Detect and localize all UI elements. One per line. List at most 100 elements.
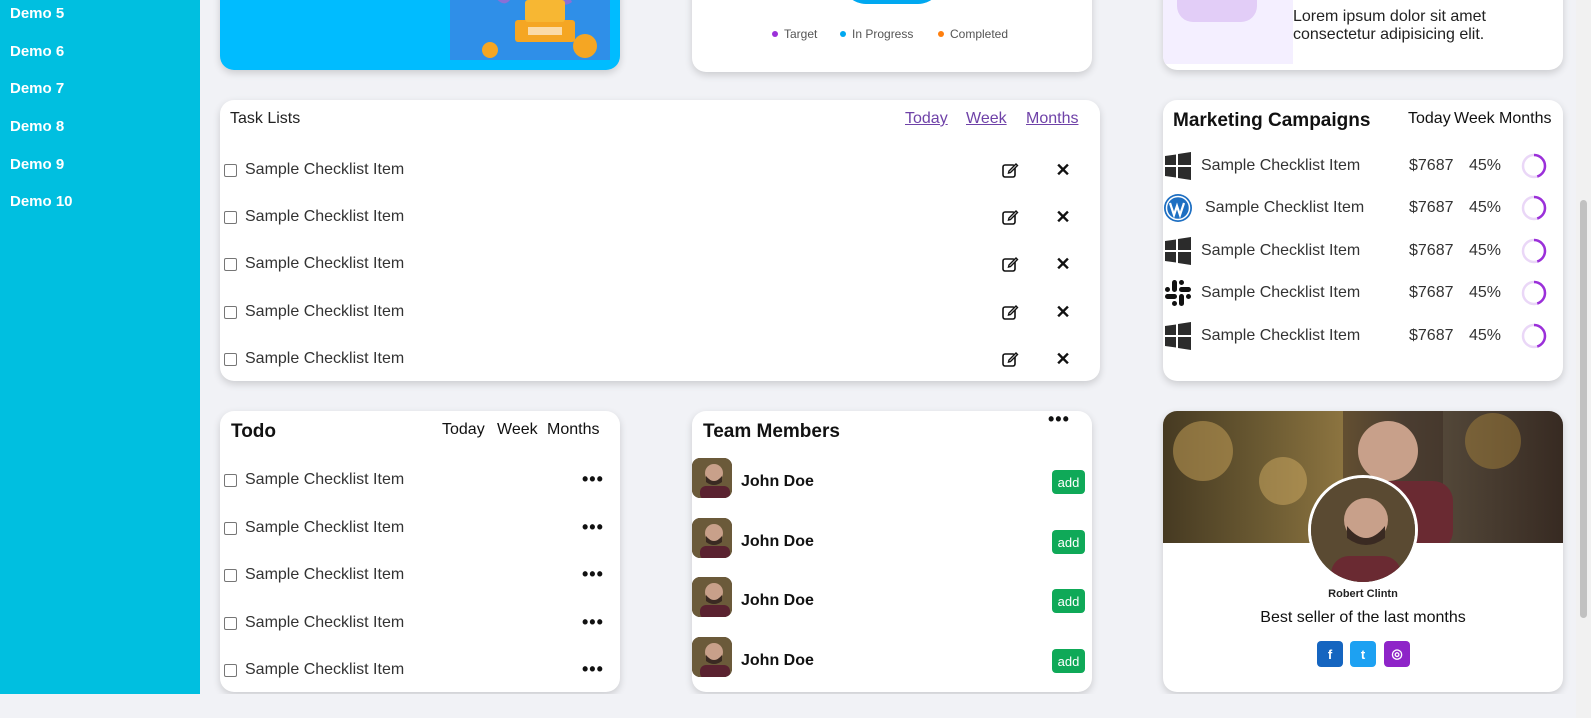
sidebar-item-demo-5[interactable]: Demo 5 — [10, 5, 64, 22]
campaign-row: Sample Checklist Item $7687 45% — [1163, 276, 1563, 310]
todo-row: Sample Checklist Item — [224, 610, 616, 636]
task-label: Sample Checklist Item — [245, 208, 405, 225]
campaign-row: Sample Checklist Item $7687 45% — [1163, 234, 1563, 268]
task-checkbox[interactable] — [224, 257, 237, 271]
sidebar-item-demo-8[interactable]: Demo 8 — [10, 118, 64, 135]
campaign-price: $7687 — [1409, 157, 1454, 174]
tab-months[interactable]: Months — [547, 421, 599, 439]
campaign-price: $7687 — [1409, 199, 1454, 216]
todo-checkbox[interactable] — [224, 616, 237, 630]
avatar — [692, 577, 732, 617]
edit-icon[interactable] — [1000, 349, 1020, 369]
campaign-percent: 45% — [1469, 242, 1502, 259]
windows-icon — [1163, 321, 1193, 351]
campaign-label: Sample Checklist Item — [1201, 284, 1361, 301]
task-checkbox[interactable] — [224, 352, 237, 366]
twitter-icon[interactable]: t — [1350, 641, 1376, 667]
avatar — [692, 458, 732, 498]
close-icon[interactable]: ✕ — [1053, 160, 1073, 180]
add-member-button[interactable]: add — [1052, 649, 1085, 673]
campaign-label: Sample Checklist Item — [1201, 242, 1361, 259]
todo-label: Sample Checklist Item — [245, 566, 405, 583]
progress-ring — [1521, 153, 1547, 179]
more-icon[interactable]: ••• — [582, 469, 604, 490]
tab-week[interactable]: Week — [966, 110, 1007, 128]
progress-ring — [1521, 195, 1547, 221]
legend-item-target: Target — [772, 27, 817, 41]
progress-ring — [1521, 238, 1547, 264]
task-label: Sample Checklist Item — [245, 303, 405, 320]
tab-week[interactable]: Week — [1454, 110, 1495, 128]
legend-item-completed: Completed — [938, 27, 1008, 41]
add-member-button[interactable]: add — [1052, 589, 1085, 613]
campaign-label: Sample Checklist Item — [1205, 199, 1365, 216]
tab-today[interactable]: Today — [905, 110, 948, 128]
todo-checkbox[interactable] — [224, 521, 237, 535]
avatar — [692, 637, 732, 677]
sidebar-item-demo-7[interactable]: Demo 7 — [10, 80, 64, 97]
edit-icon[interactable] — [1000, 254, 1020, 274]
edit-icon[interactable] — [1000, 207, 1020, 227]
todo-checkbox[interactable] — [224, 663, 237, 677]
campaign-percent: 45% — [1469, 284, 1502, 301]
tab-months[interactable]: Months — [1026, 110, 1078, 128]
todo-checkbox[interactable] — [224, 473, 237, 487]
add-member-button[interactable]: add — [1052, 530, 1085, 554]
task-row: Sample Checklist Item — [224, 157, 1096, 183]
envelope-illustration — [1163, 0, 1293, 64]
edit-icon[interactable] — [1000, 302, 1020, 322]
progress-ring — [1521, 280, 1547, 306]
more-icon[interactable]: ••• — [582, 517, 604, 538]
legend-label: Target — [784, 27, 818, 41]
windows-icon — [1163, 151, 1193, 181]
todo-row: Sample Checklist Item — [224, 515, 616, 541]
tab-week[interactable]: Week — [497, 421, 538, 439]
more-icon[interactable]: ••• — [582, 564, 604, 585]
sidebar-item-demo-9[interactable]: Demo 9 — [10, 156, 64, 173]
campaign-price: $7687 — [1409, 327, 1454, 344]
close-icon[interactable]: ✕ — [1053, 207, 1073, 227]
trophy-illustration — [450, 0, 610, 60]
campaign-row: Sample Checklist Item $7687 45% — [1163, 319, 1563, 353]
more-icon[interactable]: ••• — [582, 659, 604, 680]
more-icon[interactable]: ••• — [582, 612, 604, 633]
campaign-row: Sample Checklist Item $7687 45% — [1163, 149, 1563, 183]
tab-today[interactable]: Today — [1408, 110, 1451, 128]
add-member-button[interactable]: add — [1052, 470, 1085, 494]
legend-item-in-progress: In Progress — [840, 27, 913, 41]
more-icon[interactable]: ••• — [1048, 411, 1070, 430]
legend-dot-icon — [840, 31, 846, 37]
sidebar-item-demo-10[interactable]: Demo 10 — [10, 193, 73, 210]
status-chart-card: Target In Progress Completed — [692, 0, 1092, 72]
task-checkbox[interactable] — [224, 305, 237, 319]
task-lists-card: Task Lists Today Week Months Sample Chec… — [220, 100, 1100, 381]
profile-name: Robert Clintn — [1328, 588, 1398, 600]
task-row: Sample Checklist Item — [224, 204, 1096, 230]
sidebar: Demo 5 Demo 6 Demo 7 Demo 8 Demo 9 Demo … — [0, 0, 200, 694]
todo-checkbox[interactable] — [224, 568, 237, 582]
info-text: Lorem ipsum dolor sit amet consectetur a… — [1293, 8, 1486, 43]
sidebar-item-demo-6[interactable]: Demo 6 — [10, 43, 64, 60]
dribbble-icon[interactable]: ◎ — [1384, 641, 1410, 667]
marketing-campaigns-card: Marketing Campaigns Today Week Months Sa… — [1163, 100, 1563, 381]
close-icon[interactable]: ✕ — [1053, 349, 1073, 369]
scrollbar[interactable] — [1576, 0, 1591, 718]
avatar — [692, 518, 732, 558]
campaign-percent: 45% — [1469, 157, 1502, 174]
todo-label: Sample Checklist Item — [245, 519, 405, 536]
edit-icon[interactable] — [1000, 160, 1020, 180]
close-icon[interactable]: ✕ — [1053, 254, 1073, 274]
close-icon[interactable]: ✕ — [1053, 302, 1073, 322]
task-label: Sample Checklist Item — [245, 350, 405, 367]
facebook-icon[interactable]: f — [1317, 641, 1343, 667]
todo-label: Sample Checklist Item — [245, 471, 405, 488]
tab-months[interactable]: Months — [1499, 110, 1551, 128]
campaign-row: Sample Checklist Item $7687 45% — [1163, 191, 1563, 225]
task-checkbox[interactable] — [224, 210, 237, 224]
task-checkbox[interactable] — [224, 163, 237, 177]
legend-label: Completed — [950, 27, 1009, 41]
scrollbar-thumb[interactable] — [1580, 200, 1587, 618]
tab-today[interactable]: Today — [442, 421, 485, 439]
task-label: Sample Checklist Item — [245, 255, 405, 272]
team-members-card: Team Members ••• John Doe add John Doe a… — [692, 411, 1092, 692]
